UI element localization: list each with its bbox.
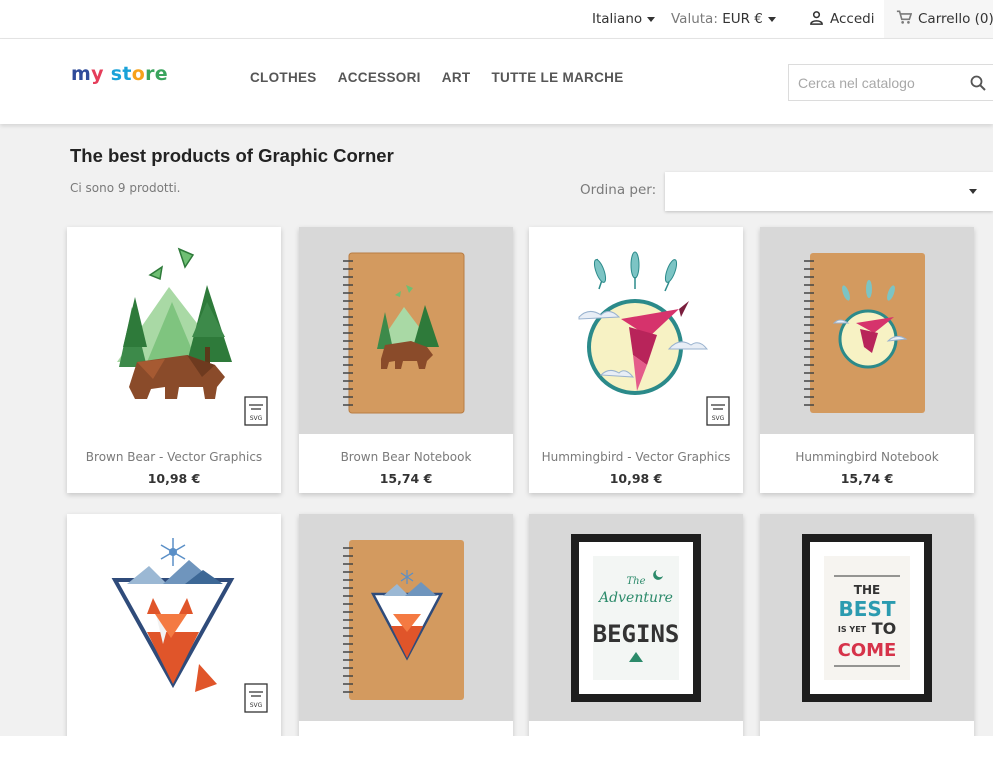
search-input[interactable] bbox=[789, 65, 959, 100]
product-description: Hummingbird Notebook 15,74 € bbox=[760, 434, 974, 493]
page-title: The best products of Graphic Corner bbox=[70, 145, 394, 166]
product-price: 10,98 € bbox=[147, 471, 201, 486]
product-name[interactable]: Hummingbird - Vector Graphics bbox=[529, 450, 743, 464]
product-card[interactable]: Hummingbird Notebook 15,74 € bbox=[760, 227, 974, 493]
product-card[interactable]: SVG Hummingbird - Vector Graphics 10,98 … bbox=[529, 227, 743, 493]
logo-part: o bbox=[131, 63, 146, 85]
sort-label: Ordina per: bbox=[580, 182, 657, 198]
chevron-down-icon bbox=[647, 16, 656, 22]
product-thumbnail[interactable]: SVG bbox=[67, 227, 281, 434]
product-card[interactable]: SVG bbox=[67, 514, 281, 744]
product-thumbnail[interactable]: The Adventure BEGINS bbox=[529, 514, 743, 721]
login-link[interactable]: Accedi bbox=[809, 0, 874, 38]
nav-item-tutte-le-marche[interactable]: TUTTE LE MARCHE bbox=[492, 70, 624, 85]
logo-part: m bbox=[71, 63, 92, 85]
poster-text: THE bbox=[854, 583, 880, 597]
notebook-illustration bbox=[804, 253, 925, 413]
search-icon[interactable] bbox=[970, 75, 986, 91]
poster-text: BEST bbox=[839, 597, 896, 621]
chevron-down-icon bbox=[969, 189, 977, 194]
page-bottom bbox=[0, 736, 993, 784]
cart-label: Carrello bbox=[918, 11, 971, 27]
svg-badge-text: SVG bbox=[250, 415, 263, 422]
fox-illustration: SVG bbox=[111, 538, 268, 713]
currency-selector[interactable]: Valuta: EUR € bbox=[671, 0, 776, 38]
site-header: my store CLOTHES ACCESSORI ART TUTTE LE … bbox=[0, 39, 993, 124]
product-card[interactable] bbox=[299, 514, 513, 744]
user-icon bbox=[810, 10, 823, 25]
product-price: 15,74 € bbox=[379, 471, 433, 486]
product-name[interactable]: Brown Bear Notebook bbox=[299, 450, 513, 464]
poster-text: TO bbox=[872, 619, 897, 638]
top-utility-bar: Italiano Valuta: EUR € Accedi Carrello (… bbox=[0, 0, 993, 39]
product-price: 15,74 € bbox=[840, 471, 894, 486]
product-count: Ci sono 9 prodotti. bbox=[70, 181, 181, 195]
bear-illustration: SVG bbox=[117, 247, 268, 426]
product-card[interactable]: THE BEST IS YET TO COME bbox=[760, 514, 974, 744]
svg-badge-text: SVG bbox=[250, 702, 263, 709]
language-selector[interactable]: Italiano bbox=[592, 0, 656, 38]
product-thumbnail[interactable] bbox=[299, 514, 513, 721]
poster-text: COME bbox=[838, 640, 897, 661]
product-name[interactable]: Hummingbird Notebook bbox=[760, 450, 974, 464]
product-description: Hummingbird - Vector Graphics 10,98 € bbox=[529, 434, 743, 493]
poster-text: The bbox=[626, 576, 645, 587]
product-card[interactable]: SVG Brown Bear - Vector Graphics 10,98 € bbox=[67, 227, 281, 493]
sort-select[interactable] bbox=[665, 172, 993, 211]
poster-text: BEGINS bbox=[593, 620, 680, 648]
product-name[interactable]: Brown Bear - Vector Graphics bbox=[67, 450, 281, 464]
nav-item-art[interactable]: ART bbox=[442, 70, 471, 85]
product-price: 10,98 € bbox=[609, 471, 663, 486]
product-thumbnail[interactable]: THE BEST IS YET TO COME bbox=[760, 514, 974, 721]
product-card[interactable]: Brown Bear Notebook 15,74 € bbox=[299, 227, 513, 493]
cart-link[interactable]: Carrello (0) bbox=[884, 0, 993, 38]
product-card[interactable]: The Adventure BEGINS bbox=[529, 514, 743, 744]
shopping-cart-icon bbox=[896, 9, 913, 24]
search-box bbox=[788, 64, 993, 101]
logo-part: re bbox=[145, 63, 168, 85]
notebook-illustration bbox=[343, 540, 464, 700]
store-logo[interactable]: my store bbox=[71, 63, 168, 85]
poster-illustration: The Adventure BEGINS bbox=[571, 534, 701, 702]
poster-illustration: THE BEST IS YET TO COME bbox=[802, 534, 932, 702]
poster-text: IS YET bbox=[838, 625, 867, 634]
poster-text: Adventure bbox=[597, 590, 673, 606]
language-label: Italiano bbox=[592, 11, 643, 27]
notebook-illustration bbox=[343, 252, 465, 414]
main-navigation: CLOTHES ACCESSORI ART TUTTE LE MARCHE bbox=[250, 67, 640, 86]
currency-label: Valuta: bbox=[671, 11, 718, 27]
product-thumbnail[interactable] bbox=[760, 227, 974, 434]
nav-item-clothes[interactable]: CLOTHES bbox=[250, 70, 317, 85]
product-thumbnail[interactable] bbox=[299, 227, 513, 434]
logo-part: st bbox=[110, 63, 132, 85]
product-description: Brown Bear Notebook 15,74 € bbox=[299, 434, 513, 493]
currency-value: EUR € bbox=[722, 11, 763, 27]
product-description: Brown Bear - Vector Graphics 10,98 € bbox=[67, 434, 281, 493]
login-label: Accedi bbox=[830, 11, 875, 27]
nav-item-accessori[interactable]: ACCESSORI bbox=[338, 70, 421, 85]
hummingbird-illustration: SVG bbox=[578, 251, 730, 426]
svg-badge-text: SVG bbox=[712, 415, 725, 422]
chevron-down-icon bbox=[767, 16, 776, 22]
cart-count: (0) bbox=[974, 11, 993, 27]
logo-part: y bbox=[91, 63, 111, 85]
product-thumbnail[interactable]: SVG bbox=[67, 514, 281, 721]
product-thumbnail[interactable]: SVG bbox=[529, 227, 743, 434]
